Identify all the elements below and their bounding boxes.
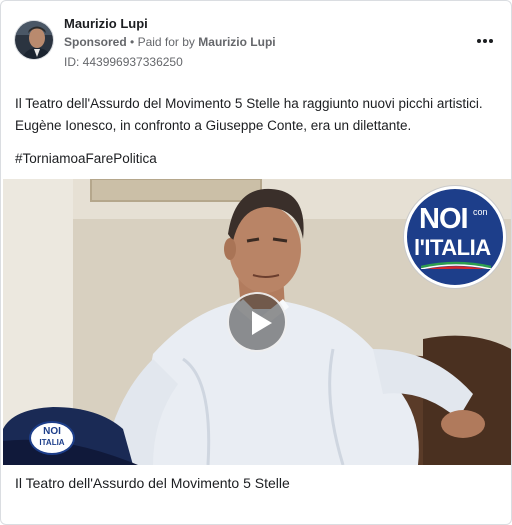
party-logo: NOI con l'ITALIA xyxy=(404,186,506,288)
cap-logo-bottom: ITALIA xyxy=(39,438,65,447)
video-player[interactable]: NOI ITALIA NOI con l'ITALIA xyxy=(3,179,511,465)
paid-for-name[interactable]: Maurizio Lupi xyxy=(198,35,275,49)
more-options-icon xyxy=(477,39,493,43)
cap-logo: NOI ITALIA xyxy=(29,421,75,455)
library-id: ID: 443996937336250 xyxy=(64,55,183,69)
logo-noi-text: NOI xyxy=(419,203,469,235)
logo-flag-stripes xyxy=(421,261,491,269)
hashtag[interactable]: #TorniamoaFarePolitica xyxy=(15,151,157,166)
advertiser-name[interactable]: Maurizio Lupi xyxy=(64,16,148,31)
sponsored-label: Sponsored xyxy=(64,35,127,49)
advertiser-avatar[interactable] xyxy=(14,20,54,60)
ad-card: Maurizio Lupi Sponsored • Paid for by Ma… xyxy=(0,0,512,525)
ad-body-text: Il Teatro dell'Assurdo del Movimento 5 S… xyxy=(15,96,483,133)
logo-con-text: con xyxy=(473,207,488,217)
logo-italia-text: l'ITALIA xyxy=(414,235,491,260)
paid-for-label: Paid for by xyxy=(137,35,195,49)
play-icon[interactable] xyxy=(227,292,287,352)
meta-separator: • xyxy=(130,35,135,49)
sponsored-line: Sponsored • Paid for by Maurizio Lupi xyxy=(64,35,276,49)
cap-logo-top: NOI xyxy=(43,426,61,437)
more-options-button[interactable] xyxy=(473,31,497,51)
avatar-image xyxy=(15,21,53,59)
video-title[interactable]: Il Teatro dell'Assurdo del Movimento 5 S… xyxy=(15,475,290,491)
